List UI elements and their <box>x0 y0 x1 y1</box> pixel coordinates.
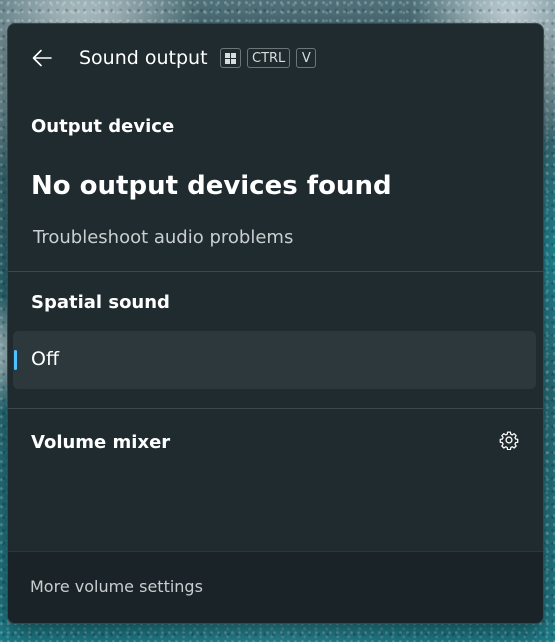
divider <box>8 408 543 409</box>
back-button[interactable] <box>26 42 58 74</box>
flyout-title: Sound output <box>79 47 208 69</box>
output-device-label: Output device <box>31 116 175 137</box>
selection-indicator <box>14 350 17 370</box>
spatial-sound-option-off[interactable]: Off <box>13 331 536 389</box>
spatial-sound-value: Off <box>31 348 60 370</box>
no-devices-message: No output devices found <box>31 171 392 201</box>
sound-output-flyout: Sound output CTRL V Output device No out… <box>7 23 544 624</box>
troubleshoot-link[interactable]: Troubleshoot audio problems <box>33 227 293 248</box>
volume-mixer-label: Volume mixer <box>31 432 171 453</box>
back-arrow-icon <box>32 49 52 67</box>
spatial-sound-label: Spatial sound <box>31 292 170 313</box>
gear-icon[interactable] <box>499 430 519 450</box>
windows-key-icon <box>220 48 241 68</box>
divider <box>8 271 543 272</box>
keyboard-shortcut: CTRL V <box>220 48 317 68</box>
more-volume-settings-link[interactable]: More volume settings <box>30 577 203 596</box>
flyout-header: Sound output CTRL V <box>8 24 543 94</box>
v-key: V <box>296 48 317 68</box>
ctrl-key: CTRL <box>247 48 291 68</box>
flyout-footer: More volume settings <box>8 551 543 623</box>
